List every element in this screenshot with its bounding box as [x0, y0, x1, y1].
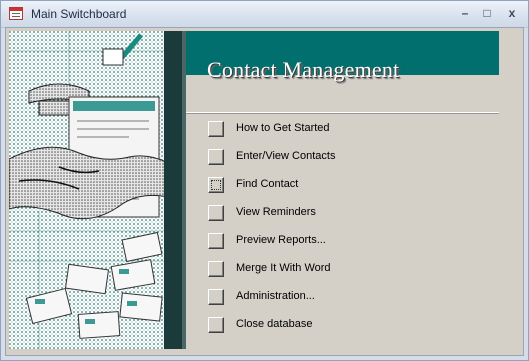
switchboard-form: Contact Management How to Get Started En…: [5, 27, 524, 356]
enter-view-contacts-button[interactable]: [208, 149, 224, 165]
menu-item-label[interactable]: Close database: [236, 318, 312, 330]
menu-item-label[interactable]: How to Get Started: [236, 122, 330, 134]
minimize-button[interactable]: –: [457, 6, 473, 20]
decorative-strip: [164, 31, 186, 349]
menu-item-find-contact[interactable]: Find Contact: [208, 176, 408, 196]
page-title: Contact Management: [207, 57, 400, 82]
menu-item-how-to-get-started[interactable]: How to Get Started: [208, 120, 408, 140]
menu-item-label[interactable]: Find Contact: [236, 178, 298, 190]
menu-item-preview-reports[interactable]: Preview Reports...: [208, 232, 408, 252]
menu-item-merge-with-word[interactable]: Merge It With Word: [208, 260, 408, 280]
menu-item-enter-view-contacts[interactable]: Enter/View Contacts: [208, 148, 408, 168]
menu-item-view-reminders[interactable]: View Reminders: [208, 204, 408, 224]
menu-item-label[interactable]: View Reminders: [236, 206, 316, 218]
form-icon[interactable]: [9, 7, 23, 20]
window-title: Main Switchboard: [31, 7, 127, 21]
menu-item-label[interactable]: Preview Reports...: [236, 234, 326, 246]
menu-item-label[interactable]: Administration...: [236, 290, 315, 302]
menu-item-label[interactable]: Enter/View Contacts: [236, 150, 335, 162]
menu-item-close-database[interactable]: Close database: [208, 316, 408, 336]
view-reminders-button[interactable]: [208, 205, 224, 221]
maximize-button[interactable]: □: [479, 6, 495, 20]
how-to-get-started-button[interactable]: [208, 121, 224, 137]
title-bar[interactable]: Main Switchboard – □ x: [1, 1, 528, 28]
close-database-button[interactable]: [208, 317, 224, 333]
find-contact-button[interactable]: [208, 177, 224, 193]
handshake-art-icon: [9, 31, 168, 349]
divider-shadow: [186, 113, 499, 114]
close-button[interactable]: x: [504, 6, 520, 20]
menu-item-administration[interactable]: Administration...: [208, 288, 408, 308]
main-switchboard-window: Main Switchboard – □ x Contact Managemen…: [0, 0, 529, 361]
merge-with-word-button[interactable]: [208, 261, 224, 277]
menu-item-label[interactable]: Merge It With Word: [236, 262, 331, 274]
preview-reports-button[interactable]: [208, 233, 224, 249]
administration-button[interactable]: [208, 289, 224, 305]
handshake-illustration: [9, 31, 168, 349]
